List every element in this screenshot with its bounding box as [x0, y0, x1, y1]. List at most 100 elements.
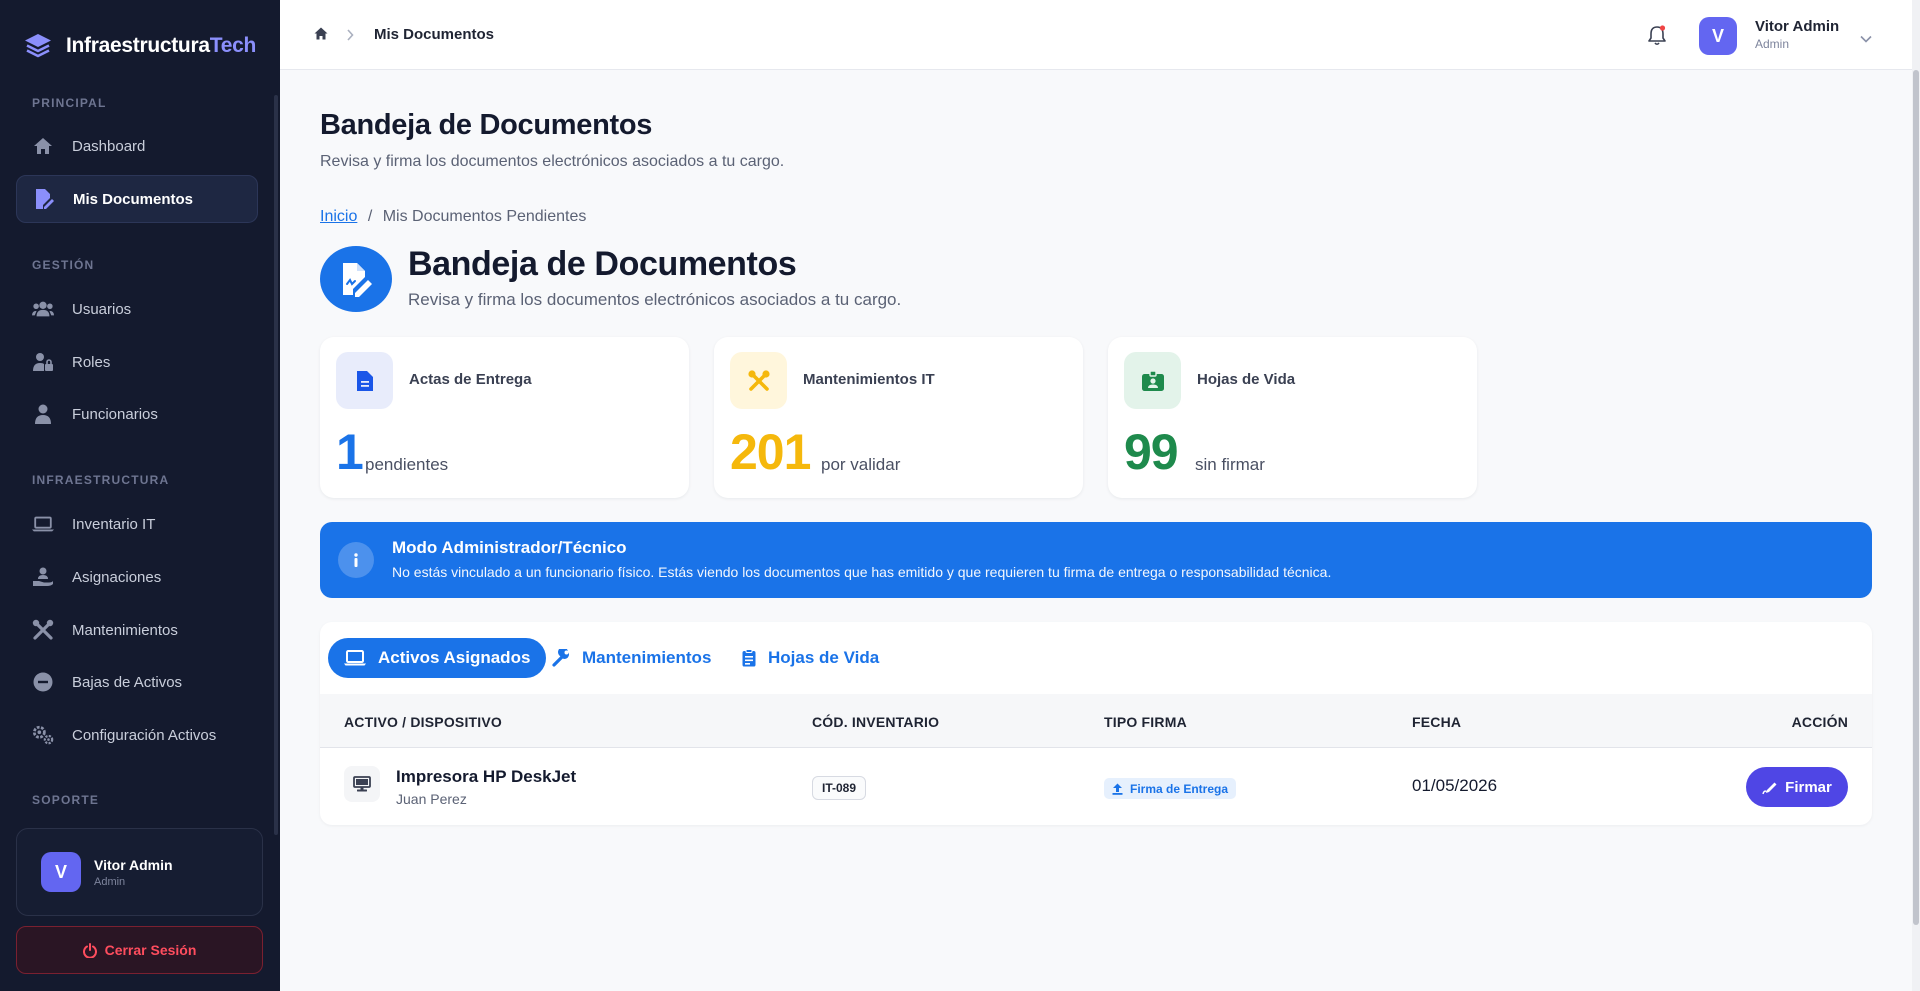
page-subtitle: Revisa y firma los documentos electrónic… [320, 153, 785, 170]
stat-card-actas[interactable]: Actas de Entrega 1 pendientes [320, 337, 689, 498]
admin-mode-alert: Modo Administrador/Técnico No estás vinc… [320, 522, 1872, 598]
brand[interactable]: InfraestructuraTech [0, 0, 280, 92]
notification-bell-icon[interactable] [1647, 24, 1667, 51]
sidebar: InfraestructuraTech PRINCIPAL Dashboard … [0, 0, 280, 991]
sign-button[interactable]: Firmar [1746, 767, 1848, 807]
breadcrumb-home-link[interactable]: Inicio [320, 208, 357, 225]
sign-type-badge: Firma de Entrega [1104, 778, 1237, 799]
home-icon[interactable] [314, 27, 328, 45]
page-scrollbar-thumb[interactable] [1913, 70, 1919, 925]
document-signature-icon [320, 246, 392, 312]
breadcrumb: Inicio / Mis Documentos Pendientes [320, 208, 586, 226]
avatar[interactable]: V [1699, 17, 1737, 55]
sidebar-item-label: Roles [72, 353, 111, 371]
sidebar-item-asignaciones[interactable]: Asignaciones [16, 553, 258, 601]
sidebar-item-label: Mis Documentos [73, 190, 194, 208]
stat-unit: pendientes [365, 455, 449, 474]
document-date: 01/05/2026 [1412, 776, 1498, 795]
stat-value: 201 [730, 424, 811, 480]
logout-label: Cerrar Sesión [104, 942, 197, 958]
sidebar-user-card[interactable]: V Vitor Admin Admin [16, 828, 263, 916]
section-gestion: GESTIÓN [32, 258, 95, 272]
sidebar-item-configuracion-activos[interactable]: Configuración Activos [16, 711, 258, 759]
minus-circle-icon [32, 671, 54, 693]
column-header: FECHA [1412, 714, 1462, 730]
column-header: TIPO FIRMA [1104, 714, 1187, 730]
home-icon [32, 135, 54, 157]
sidebar-item-mis-documentos[interactable]: Mis Documentos [16, 175, 258, 223]
gears-icon [32, 724, 54, 746]
hero-title: Bandeja de Documentos [408, 245, 797, 283]
column-header: ACTIVO / DISPOSITIVO [344, 714, 503, 730]
breadcrumb-current: Mis Documentos Pendientes [382, 208, 587, 225]
sidebar-item-label: Mantenimientos [72, 621, 178, 639]
stat-label: Mantenimientos IT [803, 371, 935, 388]
sidebar-item-label: Funcionarios [72, 405, 158, 423]
stat-unit: por validar [821, 455, 901, 474]
user-role: Admin [94, 875, 126, 888]
info-icon [338, 542, 374, 578]
file-icon [336, 352, 393, 409]
sidebar-item-label: Bajas de Activos [72, 673, 183, 691]
id-badge-icon [1124, 352, 1181, 409]
sidebar-item-inventario-it[interactable]: Inventario IT [16, 500, 258, 548]
table-header: ACTIVO / DISPOSITIVO CÓD. INVENTARIO TIP… [320, 694, 1872, 748]
section-infraestructura: INFRAESTRUCTURA [32, 473, 170, 487]
tab-mantenimientos[interactable]: Mantenimientos [536, 638, 727, 678]
wrench-icon [552, 649, 570, 667]
hero-subtitle: Revisa y firma los documentos electrónic… [408, 290, 902, 309]
topbar-breadcrumb: Mis Documentos [374, 26, 495, 43]
sidebar-item-roles[interactable]: Roles [16, 338, 258, 386]
alert-text: No estás vinculado a un funcionario físi… [392, 564, 1332, 580]
logout-button[interactable]: Cerrar Sesión [16, 926, 263, 974]
power-icon [82, 942, 97, 958]
sidebar-scrollbar[interactable] [274, 95, 278, 835]
user-name: Vitor Admin [94, 856, 173, 873]
sign-type-label: Firma de Entrega [1130, 781, 1229, 796]
user-name[interactable]: Vitor Admin [1755, 18, 1839, 35]
sidebar-item-funcionarios[interactable]: Funcionarios [16, 390, 258, 438]
page-scrollbar[interactable] [1912, 0, 1920, 991]
tab-label: Hojas de Vida [768, 648, 880, 667]
sidebar-item-label: Usuarios [72, 300, 132, 318]
stat-unit: sin firmar [1195, 455, 1265, 474]
layers-logo-icon [22, 30, 54, 62]
stat-value: 99 [1124, 424, 1179, 480]
pen-signature-icon [1762, 780, 1777, 795]
sidebar-item-dashboard[interactable]: Dashboard [16, 122, 258, 170]
tab-hojas-de-vida[interactable]: Hojas de Vida [726, 638, 895, 678]
stat-card-mantenimientos[interactable]: Mantenimientos IT 201 por validar [714, 337, 1083, 498]
sign-button-label: Firmar [1785, 778, 1832, 796]
section-principal: PRINCIPAL [32, 96, 107, 110]
laptop-icon [344, 650, 366, 666]
device-name: Impresora HP DeskJet [396, 767, 577, 786]
inventory-code-badge: IT-089 [812, 776, 867, 800]
brand-name: InfraestructuraTech [66, 34, 256, 57]
page-title: Bandeja de Documentos [320, 109, 653, 141]
device-owner: Juan Perez [396, 791, 467, 807]
sidebar-item-label: Asignaciones [72, 568, 162, 586]
stat-label: Hojas de Vida [1197, 371, 1296, 388]
tab-activos-asignados[interactable]: Activos Asignados [328, 638, 547, 678]
tab-label: Mantenimientos [582, 648, 712, 667]
topbar: Mis Documentos V Vitor Admin Admin [280, 0, 1920, 70]
user-icon [32, 403, 54, 425]
desktop-icon [344, 766, 380, 802]
chevron-down-icon[interactable] [1860, 30, 1872, 48]
stat-label: Actas de Entrega [409, 371, 532, 388]
tools-icon [730, 352, 787, 409]
sidebar-item-label: Dashboard [72, 137, 146, 155]
stat-value: 1 [336, 424, 364, 480]
stat-card-hojas-de-vida[interactable]: Hojas de Vida 99 sin firmar [1108, 337, 1477, 498]
sidebar-item-label: Inventario IT [72, 515, 156, 533]
column-header: ACCIÓN [1791, 714, 1848, 730]
breadcrumb-separator: / [367, 208, 373, 225]
sidebar-item-bajas-de-activos[interactable]: Bajas de Activos [16, 658, 258, 706]
user-lock-icon [32, 351, 54, 373]
tab-label: Activos Asignados [378, 648, 531, 667]
column-header: CÓD. INVENTARIO [812, 714, 940, 730]
sidebar-item-mantenimientos[interactable]: Mantenimientos [16, 606, 258, 654]
avatar: V [41, 852, 81, 892]
users-icon [32, 298, 54, 320]
sidebar-item-usuarios[interactable]: Usuarios [16, 285, 258, 333]
